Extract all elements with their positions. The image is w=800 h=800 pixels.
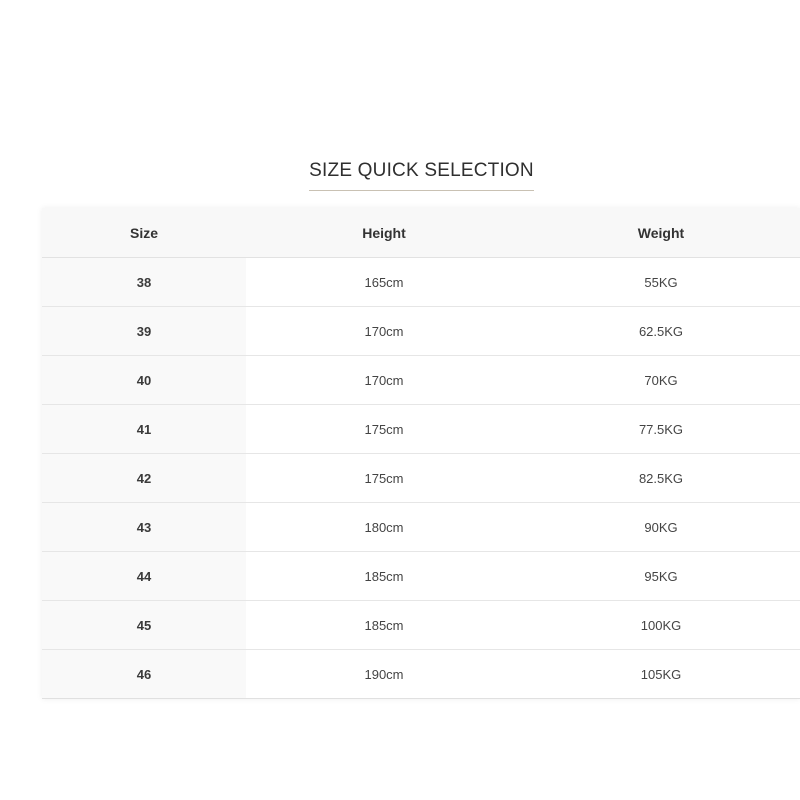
- height-cell: 180cm: [246, 502, 522, 552]
- size-cell: 39: [42, 306, 246, 356]
- size-cell: 46: [42, 649, 246, 699]
- weight-cell: 105KG: [522, 649, 800, 699]
- table-header-row: Size Height Weight: [42, 208, 800, 258]
- table-row: 42 175cm 82.5KG: [42, 453, 800, 503]
- title-wrap: SIZE QUICK SELECTION: [0, 160, 800, 191]
- height-cell: 175cm: [246, 404, 522, 454]
- size-cell: 45: [42, 600, 246, 650]
- height-cell: 165cm: [246, 257, 522, 307]
- size-table: Size Height Weight 38 165cm 55KG 39 170c…: [42, 208, 800, 699]
- size-cell: 38: [42, 257, 246, 307]
- weight-cell: 62.5KG: [522, 306, 800, 356]
- table-row: 39 170cm 62.5KG: [42, 306, 800, 356]
- weight-cell: 95KG: [522, 551, 800, 601]
- table-row: 45 185cm 100KG: [42, 600, 800, 650]
- weight-cell: 55KG: [522, 257, 800, 307]
- weight-cell: 90KG: [522, 502, 800, 552]
- size-cell: 43: [42, 502, 246, 552]
- table-row: 40 170cm 70KG: [42, 355, 800, 405]
- height-cell: 185cm: [246, 551, 522, 601]
- size-cell: 42: [42, 453, 246, 503]
- page: SIZE QUICK SELECTION Size Height Weight …: [0, 0, 800, 800]
- weight-cell: 82.5KG: [522, 453, 800, 503]
- height-cell: 185cm: [246, 600, 522, 650]
- height-cell: 170cm: [246, 355, 522, 405]
- column-header-weight: Weight: [522, 208, 800, 258]
- height-cell: 175cm: [246, 453, 522, 503]
- weight-cell: 100KG: [522, 600, 800, 650]
- table-row: 46 190cm 105KG: [42, 649, 800, 699]
- column-header-height: Height: [246, 208, 522, 258]
- table-row: 44 185cm 95KG: [42, 551, 800, 601]
- height-cell: 170cm: [246, 306, 522, 356]
- height-cell: 190cm: [246, 649, 522, 699]
- table-row: 43 180cm 90KG: [42, 502, 800, 552]
- size-table-card: Size Height Weight 38 165cm 55KG 39 170c…: [42, 208, 800, 699]
- table-row: 38 165cm 55KG: [42, 257, 800, 307]
- size-cell: 44: [42, 551, 246, 601]
- page-title: SIZE QUICK SELECTION: [309, 160, 534, 191]
- column-header-size: Size: [42, 208, 246, 258]
- table-row: 41 175cm 77.5KG: [42, 404, 800, 454]
- size-cell: 40: [42, 355, 246, 405]
- weight-cell: 77.5KG: [522, 404, 800, 454]
- size-cell: 41: [42, 404, 246, 454]
- weight-cell: 70KG: [522, 355, 800, 405]
